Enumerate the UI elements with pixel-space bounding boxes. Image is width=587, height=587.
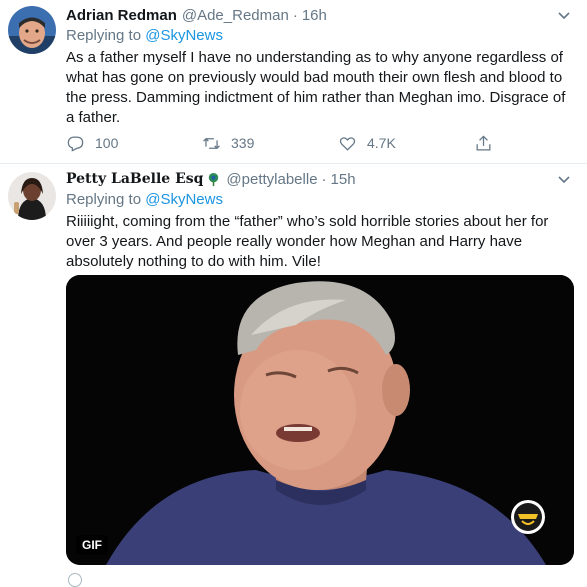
- replying-prefix: Replying to: [66, 191, 146, 208]
- timestamp[interactable]: 16h: [302, 7, 327, 24]
- chevron-down-icon[interactable]: [555, 170, 573, 188]
- tweet-content: Adrian Redman @Ade_Redman · 16h Replying…: [66, 4, 573, 128]
- gif-frame: [66, 275, 574, 565]
- retweet-button[interactable]: 339: [202, 134, 338, 153]
- chevron-down-icon[interactable]: [555, 6, 573, 24]
- tweet-header: Petty LaBelle Esq @pettylabelle · 15h: [66, 168, 573, 190]
- tweet-header: Adrian Redman @Ade_Redman · 16h: [66, 4, 573, 26]
- user-handle[interactable]: @Ade_Redman: [182, 7, 289, 24]
- tweet[interactable]: Petty LaBelle Esq @pettylabelle · 15h Re…: [0, 164, 587, 587]
- share-icon: [476, 134, 491, 150]
- reply-button[interactable]: 100: [66, 134, 202, 153]
- tweet-text: Riiiiight, coming from the “father” who’…: [66, 213, 549, 270]
- gif-media[interactable]: GIF: [66, 275, 574, 565]
- partial-icon: [68, 573, 82, 587]
- heart-icon: [339, 136, 356, 151]
- tweet-actions: 100 339 4.7K: [66, 132, 506, 154]
- display-name[interactable]: Adrian Redman: [66, 7, 177, 24]
- reply-count: 100: [95, 135, 119, 151]
- gif-badge: GIF: [76, 535, 108, 555]
- avatar[interactable]: [8, 172, 56, 220]
- replying-to: Replying to @SkyNews: [66, 190, 573, 210]
- mention-link[interactable]: @SkyNews: [145, 27, 223, 44]
- avatar[interactable]: [8, 6, 56, 54]
- replying-prefix: Replying to: [66, 27, 146, 44]
- timestamp[interactable]: 15h: [331, 171, 356, 188]
- share-button[interactable]: [474, 134, 493, 153]
- tweet-text: As a father myself I have no understandi…: [66, 49, 566, 126]
- reply-icon: [67, 136, 84, 152]
- tweet[interactable]: Adrian Redman @Ade_Redman · 16h Replying…: [0, 0, 587, 164]
- like-button[interactable]: 4.7K: [338, 134, 474, 153]
- like-count: 4.7K: [367, 135, 396, 151]
- hot-ones-logo-icon: [511, 500, 545, 534]
- tweet-content: Petty LaBelle Esq @pettylabelle · 15h Re…: [66, 168, 573, 272]
- separator: ·: [321, 170, 327, 188]
- display-name[interactable]: Petty LaBelle Esq: [66, 171, 203, 187]
- replying-to: Replying to @SkyNews: [66, 26, 573, 46]
- peacock-emoji-icon: [209, 172, 219, 186]
- user-handle[interactable]: @pettylabelle: [226, 171, 317, 188]
- separator: ·: [292, 6, 298, 24]
- mention-link[interactable]: @SkyNews: [145, 191, 223, 208]
- retweet-count: 339: [231, 135, 255, 151]
- retweet-icon: [203, 137, 220, 149]
